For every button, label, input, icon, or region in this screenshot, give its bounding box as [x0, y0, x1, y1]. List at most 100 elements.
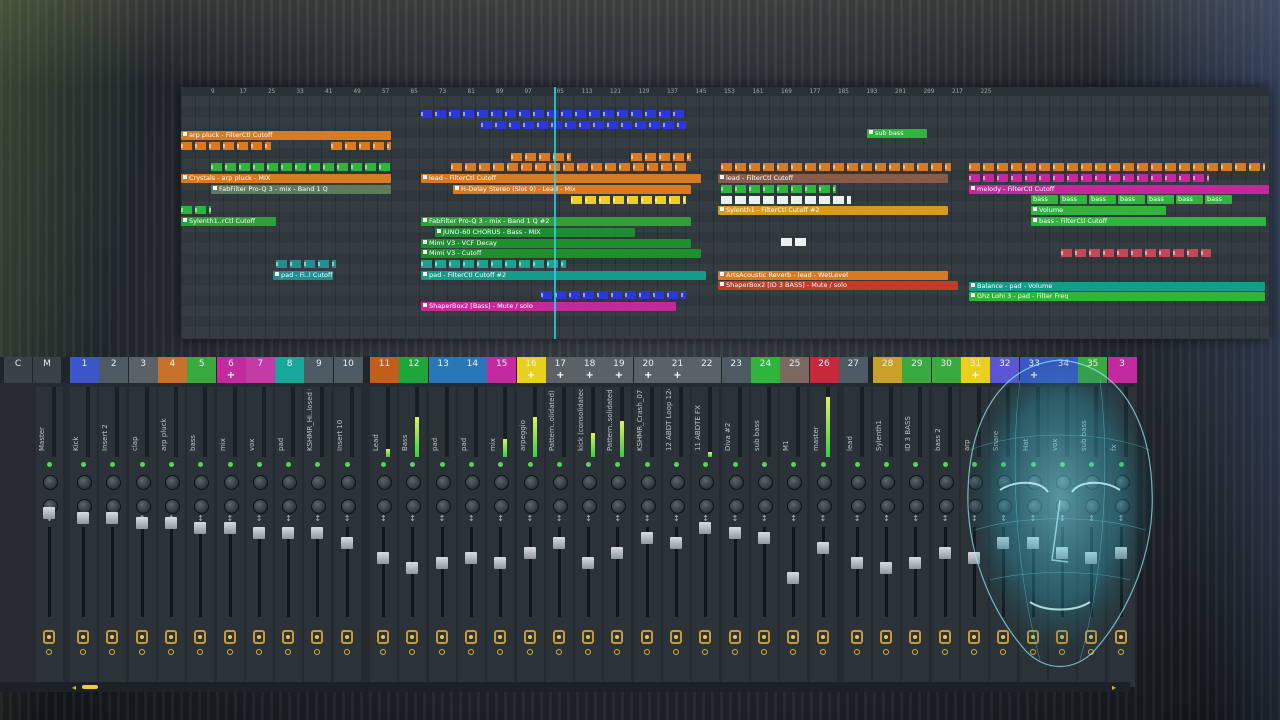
- mixer-strip[interactable]: 12 ABDT Loop 124↕△: [663, 387, 690, 690]
- automation-clip[interactable]: melody - FilterCtl Cutoff: [969, 185, 1269, 194]
- route-button[interactable]: [282, 630, 295, 644]
- channel-number[interactable]: 28: [873, 357, 903, 383]
- route-button[interactable]: [252, 630, 265, 644]
- pan-knob[interactable]: [582, 475, 598, 490]
- playhead[interactable]: [554, 87, 556, 339]
- pattern-blocks[interactable]: [541, 291, 686, 299]
- swap-icon[interactable]: ↕: [585, 514, 592, 523]
- stereo-knob[interactable]: [699, 499, 715, 514]
- route-button[interactable]: [43, 630, 55, 644]
- mute-led[interactable]: [139, 462, 145, 467]
- volume-fader[interactable]: [164, 517, 177, 529]
- swap-icon[interactable]: ↕: [497, 514, 504, 523]
- channel-name[interactable]: KSHMR_Hi..losed 06: [306, 389, 318, 451]
- swap-icon[interactable]: ↕: [912, 514, 919, 523]
- pan-knob[interactable]: [699, 475, 715, 490]
- mute-led[interactable]: [410, 462, 416, 467]
- pattern-blocks[interactable]: [511, 153, 571, 161]
- stereo-knob[interactable]: [406, 499, 422, 514]
- volume-fader[interactable]: [43, 507, 55, 519]
- mute-led[interactable]: [732, 462, 738, 467]
- volume-fader[interactable]: [582, 557, 595, 569]
- volume-fader[interactable]: [464, 552, 477, 564]
- mixer-strip[interactable]: pad↕△: [275, 387, 303, 690]
- record-led[interactable]: [109, 649, 116, 655]
- record-led[interactable]: [555, 649, 562, 655]
- swap-icon[interactable]: ↕: [790, 514, 797, 523]
- volume-fader[interactable]: [670, 537, 682, 549]
- pan-knob[interactable]: [850, 475, 866, 490]
- swap-icon[interactable]: ↕: [854, 514, 861, 523]
- automation-clip[interactable]: H-Delay Stereo (Slot 9) - Lead - Mix: [453, 185, 691, 194]
- record-led[interactable]: [46, 649, 52, 655]
- channel-number[interactable]: 7: [245, 357, 275, 383]
- pan-knob[interactable]: [464, 475, 480, 490]
- mixer-strip[interactable]: bass↕△: [187, 387, 215, 690]
- channel-number[interactable]: 16 +: [516, 357, 546, 383]
- record-led[interactable]: [883, 649, 890, 655]
- route-button[interactable]: [406, 630, 419, 644]
- record-led[interactable]: [467, 649, 474, 655]
- stereo-knob[interactable]: [880, 499, 896, 514]
- mixer-strip[interactable]: Insert 10↕△: [333, 387, 361, 690]
- mute-led[interactable]: [439, 462, 445, 467]
- pattern-blocks[interactable]: [481, 121, 686, 129]
- swap-icon[interactable]: ↕: [820, 514, 827, 523]
- mute-led[interactable]: [674, 462, 679, 467]
- stereo-knob[interactable]: [282, 499, 298, 514]
- playlist-tracks[interactable]: arp pluck - FilterCtl Cutoff Crystals - a…: [181, 96, 1269, 339]
- volume-fader[interactable]: [311, 527, 324, 539]
- route-button[interactable]: [340, 630, 353, 644]
- swap-icon[interactable]: ↕: [527, 514, 534, 523]
- volume-fader[interactable]: [728, 527, 741, 539]
- automation-clip[interactable]: Mimi V3 - VCF Decay: [421, 239, 691, 248]
- route-button[interactable]: [611, 630, 624, 644]
- channel-number[interactable]: 20 +: [633, 357, 663, 383]
- automation-clip[interactable]: ShaperBox2 [Bass] - Mute / solo: [421, 302, 676, 311]
- arrow-left-icon[interactable]: ◂: [72, 683, 76, 692]
- pan-knob[interactable]: [406, 475, 422, 490]
- mute-led[interactable]: [854, 462, 860, 467]
- record-led[interactable]: [819, 649, 826, 655]
- channel-number[interactable]: 12: [399, 357, 429, 383]
- volume-fader[interactable]: [757, 532, 770, 544]
- automation-clip[interactable]: Volume: [1031, 206, 1166, 215]
- mixer-strip[interactable]: Diva #2↕△: [721, 387, 749, 690]
- automation-clip[interactable]: pad - Fi..l Cutoff: [273, 271, 333, 280]
- mute-led[interactable]: [315, 462, 321, 467]
- volume-fader[interactable]: [223, 522, 236, 534]
- mute-led[interactable]: [344, 462, 350, 467]
- pan-knob[interactable]: [340, 475, 356, 490]
- channel-name[interactable]: M1: [782, 389, 794, 452]
- channel-number[interactable]: 23: [721, 357, 751, 383]
- pan-knob[interactable]: [43, 475, 58, 490]
- volume-fader[interactable]: [340, 537, 353, 549]
- swap-icon[interactable]: ↕: [409, 514, 416, 523]
- swap-icon[interactable]: ↕: [256, 514, 263, 523]
- route-button[interactable]: [164, 630, 177, 644]
- channel-number[interactable]: 22: [692, 357, 722, 383]
- automation-clip[interactable]: Balance - pad - Volume: [969, 282, 1265, 291]
- channel-name[interactable]: vox: [248, 389, 260, 451]
- volume-fader[interactable]: [850, 557, 863, 569]
- stereo-knob[interactable]: [164, 499, 180, 514]
- volume-fader[interactable]: [435, 557, 448, 569]
- automation-clip[interactable]: pad - FilterCtl Cutoff #2: [421, 271, 706, 280]
- pattern-clip[interactable]: bass: [1205, 195, 1232, 204]
- mixer-strip[interactable]: Lead↕△: [370, 387, 397, 690]
- record-led[interactable]: [167, 649, 174, 655]
- volume-fader[interactable]: [194, 522, 207, 534]
- route-button[interactable]: [909, 630, 922, 644]
- pattern-blocks[interactable]: [721, 163, 951, 171]
- volume-fader[interactable]: [282, 527, 295, 539]
- record-led[interactable]: [138, 649, 145, 655]
- mixer-strip[interactable]: pad↕△: [428, 387, 456, 690]
- pattern-blocks[interactable]: [276, 260, 336, 268]
- pan-knob[interactable]: [757, 475, 773, 490]
- channel-name[interactable]: kick (consolidated): [577, 389, 589, 451]
- channel-name[interactable]: master: [812, 389, 824, 451]
- pattern-blocks[interactable]: [421, 260, 566, 268]
- pan-knob[interactable]: [194, 475, 210, 490]
- channel-number[interactable]: C: [4, 357, 32, 383]
- route-button[interactable]: [757, 630, 770, 644]
